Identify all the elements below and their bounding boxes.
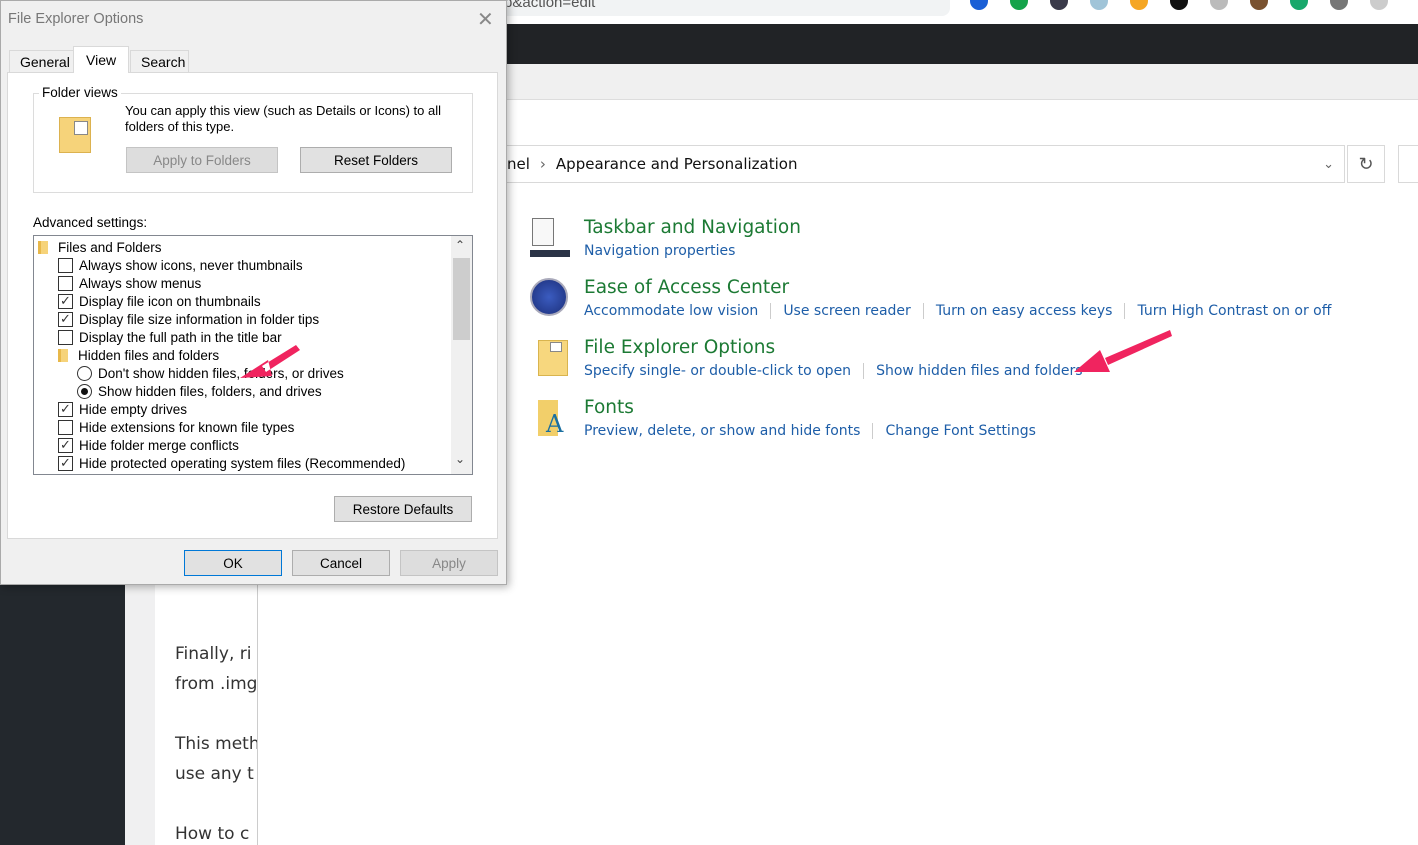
tab-view[interactable]: View xyxy=(73,46,130,73)
annotation-arrow-dialog xyxy=(240,345,300,378)
annotation-arrow-control-panel xyxy=(1074,330,1172,372)
annotation-arrows xyxy=(240,330,1172,378)
